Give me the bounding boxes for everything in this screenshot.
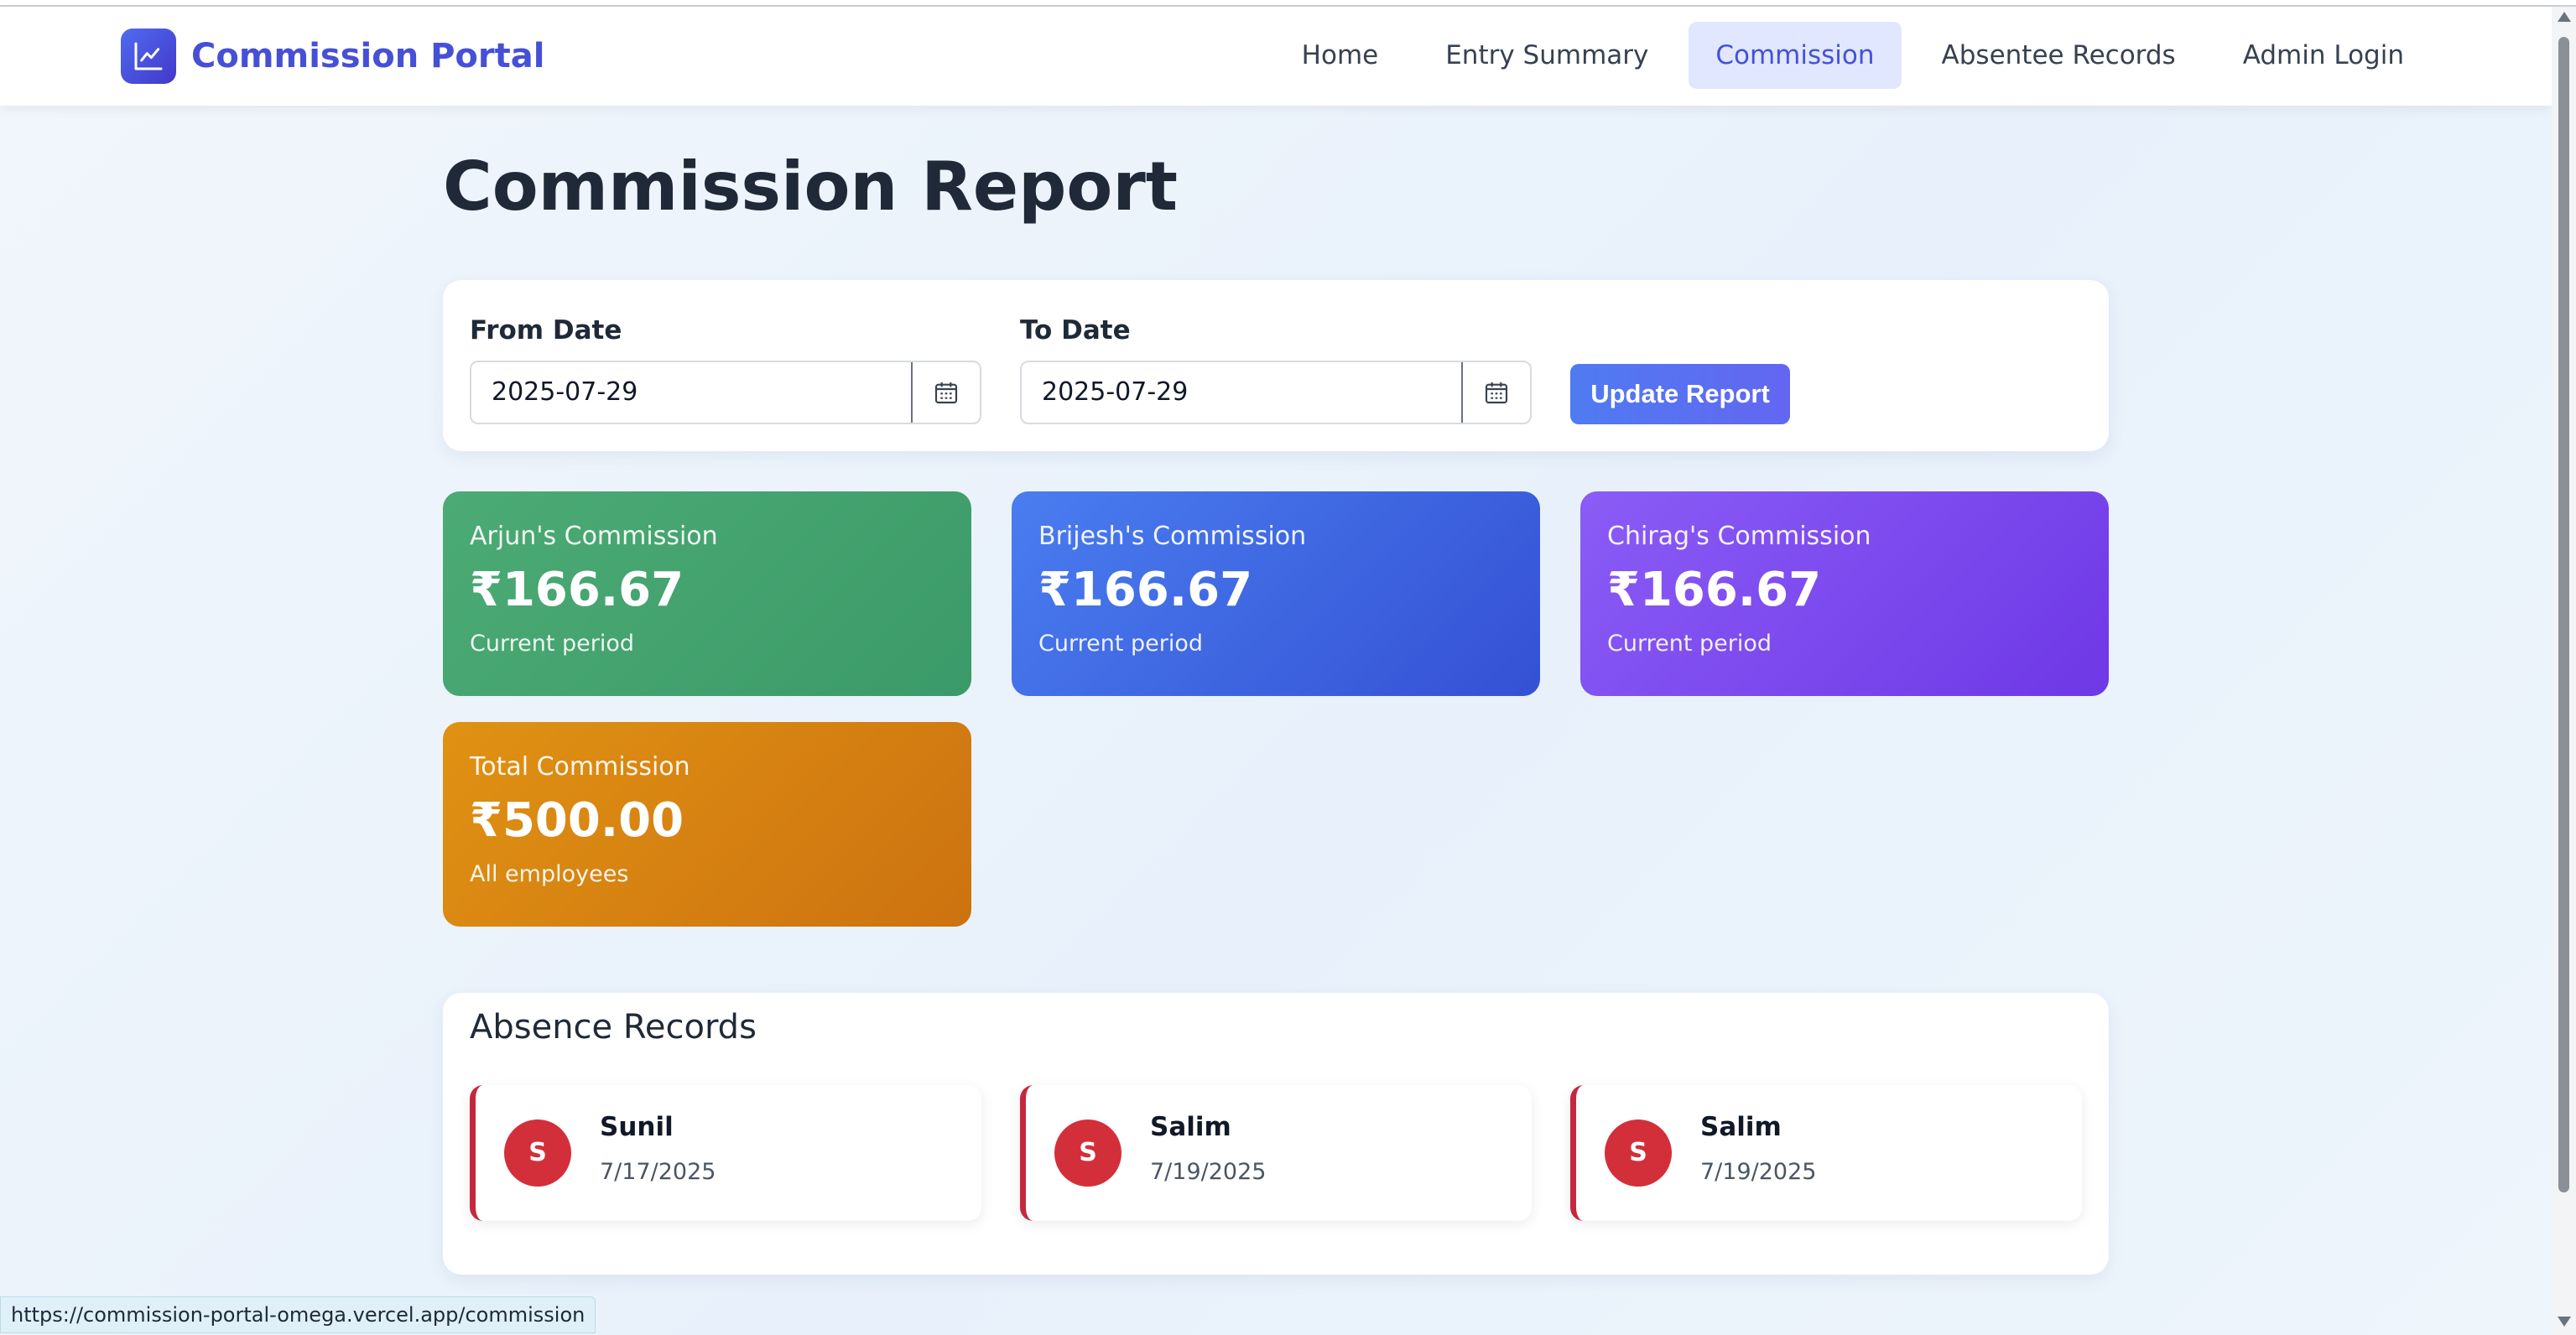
absence-date: 7/19/2025 (1150, 1159, 1267, 1185)
nav-home[interactable]: Home (1275, 22, 1406, 89)
vertical-scrollbar[interactable] (2552, 7, 2576, 1335)
commission-card-brijesh: Brijesh's Commission ₹166.67 Current per… (1012, 491, 1540, 696)
commission-card-total: Total Commission ₹500.00 All employees (443, 722, 971, 927)
main-nav: Home Entry Summary Commission Absentee R… (1262, 22, 2431, 89)
chart-line-icon (121, 29, 176, 84)
commission-card-arjun: Arjun's Commission ₹166.67 Current perio… (443, 491, 971, 696)
card-label: Chirag's Commission (1607, 522, 1871, 551)
scroll-up-arrow-icon[interactable] (2558, 12, 2571, 22)
avatar: S (1605, 1119, 1672, 1187)
brand-title: Commission Portal (191, 37, 545, 75)
absence-date: 7/17/2025 (600, 1159, 716, 1185)
absence-name: Sunil (600, 1112, 674, 1142)
card-amount: ₹166.67 (1038, 563, 1253, 617)
to-date-label: To Date (1020, 315, 1131, 345)
absence-date: 7/19/2025 (1700, 1159, 1817, 1185)
to-date-input[interactable]: 2025-07-29 (1020, 361, 1532, 424)
card-amount: ₹166.67 (470, 563, 684, 617)
card-subtitle: All employees (470, 861, 629, 887)
nav-commission[interactable]: Commission (1689, 22, 1902, 89)
card-subtitle: Current period (470, 631, 635, 657)
calendar-icon[interactable] (911, 362, 980, 423)
brand-logo[interactable]: Commission Portal (121, 29, 544, 84)
absence-record: S Salim 7/19/2025 (1570, 1085, 2082, 1221)
from-date-input[interactable]: 2025-07-29 (470, 361, 981, 424)
avatar: S (504, 1119, 571, 1187)
date-filter-panel: From Date 2025-07-29 To Date 2025-07-29 … (443, 280, 2109, 451)
card-label: Arjun's Commission (470, 522, 718, 551)
scrollbar-thumb[interactable] (2558, 37, 2569, 1192)
from-date-label: From Date (470, 315, 622, 345)
from-date-value[interactable]: 2025-07-29 (471, 362, 911, 423)
card-amount: ₹166.67 (1607, 563, 1822, 617)
absence-records-title: Absence Records (470, 1008, 757, 1047)
card-amount: ₹500.00 (470, 793, 684, 848)
card-subtitle: Current period (1038, 631, 1204, 657)
update-report-button[interactable]: Update Report (1570, 364, 1790, 424)
card-label: Total Commission (470, 752, 690, 782)
window-top-border (0, 0, 2576, 7)
page-title: Commission Report (443, 148, 1179, 226)
card-subtitle: Current period (1607, 631, 1772, 657)
avatar: S (1054, 1119, 1121, 1187)
nav-absentee-records[interactable]: Absentee Records (1915, 22, 2203, 89)
to-date-value[interactable]: 2025-07-29 (1022, 362, 1461, 423)
absence-record: S Sunil 7/17/2025 (470, 1085, 981, 1221)
calendar-icon[interactable] (1461, 362, 1530, 423)
absence-record: S Salim 7/19/2025 (1020, 1085, 1532, 1221)
status-bar-url: https://commission-portal-omega.vercel.a… (0, 1296, 596, 1333)
absence-records-panel: Absence Records S Sunil 7/17/2025 S Sali… (443, 993, 2109, 1275)
absence-name: Salim (1150, 1112, 1231, 1142)
card-label: Brijesh's Commission (1038, 522, 1307, 551)
commission-card-chirag: Chirag's Commission ₹166.67 Current peri… (1580, 491, 2109, 696)
nav-admin-login[interactable]: Admin Login (2216, 22, 2431, 89)
scroll-down-arrow-icon[interactable] (2558, 1317, 2571, 1327)
nav-entry-summary[interactable]: Entry Summary (1418, 22, 1675, 89)
absence-name: Salim (1700, 1112, 1782, 1142)
top-navbar: Commission Portal Home Entry Summary Com… (0, 7, 2552, 106)
